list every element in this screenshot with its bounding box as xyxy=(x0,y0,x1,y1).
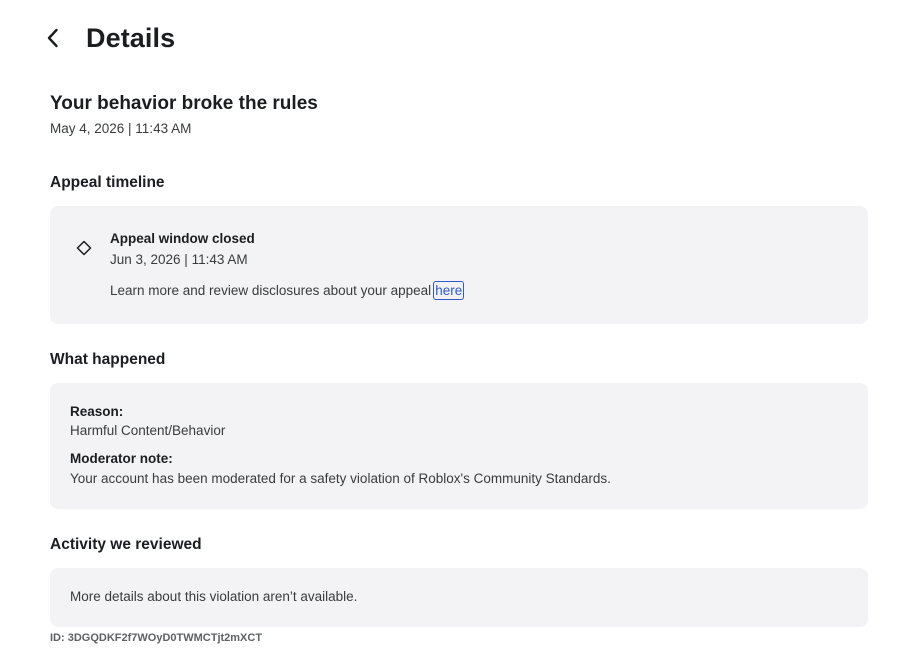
violation-date: May 4, 2026 | 11:43 AM xyxy=(50,121,192,136)
page-header: Details xyxy=(46,18,175,58)
activity-heading: Activity we reviewed xyxy=(50,536,202,553)
details-page: Details Your behavior broke the rules Ma… xyxy=(0,0,905,659)
page-title: Details xyxy=(86,22,176,53)
appeal-disclosures-link[interactable]: here xyxy=(433,281,465,300)
violation-title: Your behavior broke the rules xyxy=(50,93,318,114)
moderator-note-value: Your account has been moderated for a sa… xyxy=(70,471,611,486)
appeal-learn-more: Learn more and review disclosures about … xyxy=(110,281,465,300)
what-happened-heading: What happened xyxy=(50,351,166,368)
appeal-status-date: Jun 3, 2026 | 11:43 AM xyxy=(110,252,248,267)
appeal-timeline-heading: Appeal timeline xyxy=(50,174,165,191)
what-happened-card: Reason: Harmful Content/Behavior Moderat… xyxy=(50,383,868,509)
diamond-icon xyxy=(76,240,92,256)
activity-message: More details about this violation aren’t… xyxy=(70,589,358,604)
reason-label: Reason: xyxy=(70,404,124,419)
appeal-timeline-card: Appeal window closed Jun 3, 2026 | 11:43… xyxy=(50,206,868,324)
chevron-left-icon xyxy=(47,28,58,48)
violation-id: ID: 3DGQDKF2f7WOyD0TWMCTjt2mXCT xyxy=(50,632,263,644)
back-button[interactable] xyxy=(46,20,72,56)
reason-value: Harmful Content/Behavior xyxy=(70,423,226,438)
activity-card: More details about this violation aren’t… xyxy=(50,568,868,627)
appeal-status-title: Appeal window closed xyxy=(110,231,255,246)
moderator-note-label: Moderator note: xyxy=(70,451,173,466)
appeal-learn-more-text: Learn more and review disclosures about … xyxy=(110,283,432,298)
